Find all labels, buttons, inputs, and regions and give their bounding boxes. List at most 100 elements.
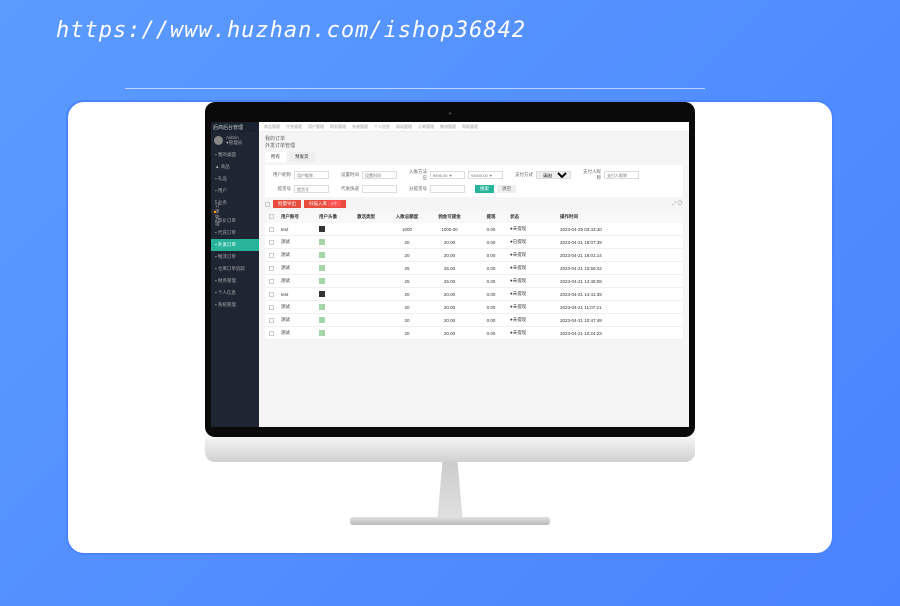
cell-amount: 20.00 — [427, 253, 472, 258]
cell-amount: 25.00 — [427, 279, 472, 284]
cell-avatar — [319, 317, 357, 323]
reset-button[interactable]: 清空 — [497, 185, 516, 193]
sidebar-item[interactable]: ▪ 财务管理 — [211, 275, 259, 287]
tab[interactable]: 所有 — [265, 152, 286, 162]
filter-label: 提货号 — [271, 186, 291, 192]
top-menu-item[interactable]: 系统管理 — [352, 124, 368, 129]
row-checkbox[interactable] — [269, 318, 274, 323]
filter-label: 用户昵称 — [271, 172, 291, 178]
top-menu: 商品管理 代充管理 用户管理 财务管理 系统管理 个人信息 网站管理 订单管理 物流管理 帮助管理 — [259, 122, 689, 132]
col-commission: 佣金可提金 — [427, 214, 472, 220]
cell-avatar — [319, 265, 357, 271]
top-menu-item[interactable]: 物流管理 — [440, 124, 456, 129]
sidebar-item[interactable]: ▪ 外发订单 — [211, 239, 259, 251]
row-checkbox[interactable] — [269, 331, 274, 336]
cell-avatar — [319, 239, 357, 245]
sidebar-item[interactable]: ▪ 用户 — [211, 185, 259, 197]
tab[interactable]: 预发货 — [289, 152, 315, 162]
sidebar-item[interactable]: ▪ 系统管理 — [211, 299, 259, 311]
table-row: 测试2020.000.00●未提现2023-04-21 10:24:23 — [265, 327, 683, 340]
filter-form: 用户昵称 设置时间 入账方法应 支付方式请选择 支付人昵称 提货号 代发快递 分… — [265, 165, 683, 197]
cell-status: ●未提现 — [510, 304, 560, 310]
sidebar-item[interactable]: ▲ 商品 — [211, 161, 259, 173]
filter-label: 支付人昵称 — [581, 169, 601, 181]
sidebar-item[interactable]: ▪ 个人信息 — [211, 287, 259, 299]
cell-avatar — [319, 278, 357, 284]
cell-activation: 1000 — [387, 227, 427, 232]
sidebar-item[interactable]: ▪ 我的桌面 — [211, 149, 259, 161]
filter-input-max[interactable] — [468, 171, 503, 179]
breadcrumb: 我的订单 外发订单管理 — [259, 132, 689, 152]
search-button[interactable]: 搜索 — [475, 185, 494, 193]
top-menu-item[interactable]: 财务管理 — [330, 124, 346, 129]
table-row: 测试2020.000.00●未提现2023-04-21 18:01:14 — [265, 249, 683, 262]
sidebar: 后商后台管理 Admin ●管理员 ▪ 我的桌面▲ 商品▪ 礼品▪ 用户▪ 业务… — [211, 122, 259, 427]
top-menu-item[interactable]: 帮助管理 — [462, 124, 478, 129]
row-checkbox[interactable] — [269, 292, 274, 297]
cell-activation: 20 — [387, 240, 427, 245]
scan-button[interactable]: 扫描入库 0个 — [304, 200, 346, 208]
export-button[interactable]: 批量导出 — [273, 200, 301, 208]
user-block[interactable]: Admin ●管理员 — [211, 132, 259, 149]
top-menu-item[interactable]: 个人信息 — [374, 124, 390, 129]
tabs: 所有预发货 — [259, 152, 689, 162]
top-menu-item[interactable]: 用户管理 — [308, 124, 324, 129]
cell-activation: 20 — [387, 253, 427, 258]
monitor-mock: 后商后台管理 Admin ●管理员 ▪ 我的桌面▲ 商品▪ 礼品▪ 用户▪ 业务… — [205, 102, 695, 525]
row-checkbox[interactable] — [269, 305, 274, 310]
cell-account: 测试 — [281, 252, 319, 258]
filter-input-time[interactable] — [362, 171, 397, 179]
top-menu-item[interactable]: 网站管理 — [396, 124, 412, 129]
cell-time: 2023-04-21 11:07:21 — [560, 305, 630, 310]
filter-label: 支付方式 — [513, 172, 533, 178]
row-checkbox[interactable] — [269, 240, 274, 245]
select-all-checkbox[interactable] — [265, 202, 270, 207]
panel: 后商后台管理 Admin ●管理员 ▪ 我的桌面▲ 商品▪ 礼品▪ 用户▪ 业务… — [66, 100, 834, 555]
cell-account: 测试 — [281, 265, 319, 271]
cell-activation: 25 — [387, 279, 427, 284]
cell-account: 测试 — [281, 239, 319, 245]
top-menu-item[interactable]: 商品管理 — [264, 124, 280, 129]
table-row: 测试2020.000.00●未提现2023-04-21 10:47:48 — [265, 314, 683, 327]
cell-amount: 20.00 — [427, 331, 472, 336]
top-menu-item[interactable]: 订单管理 — [418, 124, 434, 129]
row-checkbox[interactable] — [269, 227, 274, 232]
cell-time: 2023-04-21 14:41:39 — [560, 292, 630, 297]
cell-commission: 0.00 — [472, 318, 510, 323]
header-checkbox[interactable] — [269, 214, 274, 219]
row-checkbox[interactable] — [269, 279, 274, 284]
cell-commission: 0.00 — [472, 266, 510, 271]
cell-commission: 0.00 — [472, 240, 510, 245]
sidebar-item[interactable]: ▪ 物流订单 — [211, 251, 259, 263]
col-type: 激活类型 — [357, 214, 387, 220]
filter-input-sub[interactable] — [430, 185, 465, 193]
cell-avatar — [319, 252, 357, 258]
col-avatar: 用户头像 — [319, 214, 357, 220]
filter-input-payer[interactable] — [604, 171, 639, 179]
cell-amount: 1000.00 — [427, 227, 472, 232]
sidebar-item[interactable]: ▪ 礼品 — [211, 173, 259, 185]
table-tools[interactable]: ⤢ ⟳ — [672, 201, 683, 207]
cell-activation: 20 — [387, 318, 427, 323]
table-row: 测试2525.000.00●未提现2023-04-21 15:59:42 — [265, 262, 683, 275]
sidebar-item[interactable]: ▪ 等价订单 — [211, 215, 259, 227]
sidebar-item[interactable]: ▪ 仓库订单追踪 — [211, 263, 259, 275]
monitor-stand — [425, 462, 475, 517]
sidebar-item[interactable]: ▪ 代充订单 — [211, 227, 259, 239]
filter-select-pay[interactable]: 请选择 — [536, 171, 571, 179]
cell-commission: 0.00 — [472, 305, 510, 310]
app-screen: 后商后台管理 Admin ●管理员 ▪ 我的桌面▲ 商品▪ 礼品▪ 用户▪ 业务… — [211, 122, 689, 427]
top-menu-item[interactable]: 代充管理 — [286, 124, 302, 129]
crumb-2: 外发订单管理 — [265, 142, 683, 149]
cell-commission: 0.00 — [472, 279, 510, 284]
filter-input-express[interactable] — [362, 185, 397, 193]
row-checkbox[interactable] — [269, 253, 274, 258]
col-withdraw: 提现 — [472, 214, 510, 220]
filter-input-pickup[interactable] — [294, 185, 329, 193]
cell-amount: 20.00 — [427, 292, 472, 297]
filter-input-nickname[interactable] — [294, 171, 329, 179]
cell-activation: 20 — [387, 305, 427, 310]
filter-input-min[interactable] — [430, 171, 465, 179]
row-checkbox[interactable] — [269, 266, 274, 271]
cell-avatar — [319, 330, 357, 336]
